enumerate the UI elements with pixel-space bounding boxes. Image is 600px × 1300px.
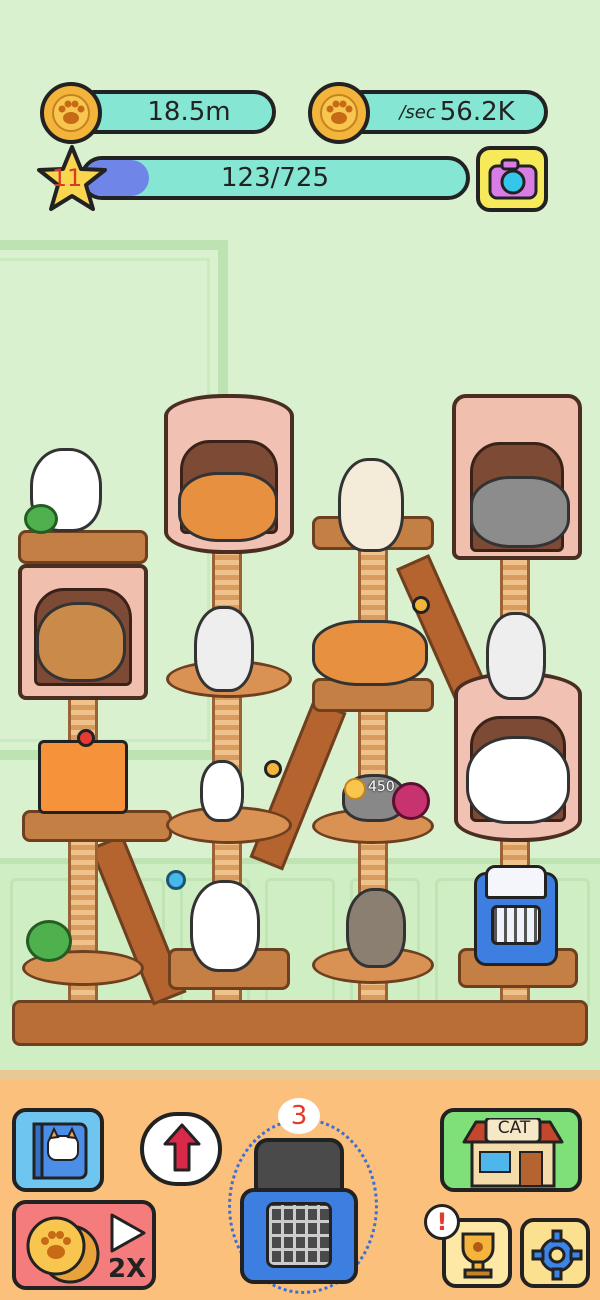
cat-book-icon <box>32 1122 88 1180</box>
floating-coin-icon[interactable] <box>344 778 366 800</box>
tree-base <box>12 1000 588 1046</box>
per-sec-label: /sec <box>399 101 436 123</box>
level-number: 11 <box>51 164 83 192</box>
bell-toy <box>264 760 282 778</box>
carrier-count-badge: 3 <box>278 1098 320 1134</box>
floating-coin-value: 450 <box>368 779 395 795</box>
income-value: 56.2K <box>439 97 515 127</box>
shelf <box>18 530 148 564</box>
paw-coin-icon <box>308 82 370 144</box>
cat-calico-brown[interactable] <box>36 602 126 682</box>
spawn-carrier-button[interactable] <box>240 1130 358 1290</box>
pom-toy <box>166 870 186 890</box>
catalog-button[interactable] <box>12 1108 104 1192</box>
cat-orange-tabby[interactable] <box>178 472 278 542</box>
yarn-ball <box>24 504 58 534</box>
trophy-icon <box>461 1232 495 1279</box>
shop-sign-text: CAT <box>497 1118 531 1138</box>
level-progress-bar: 123/725 <box>80 156 470 200</box>
camera-button[interactable] <box>476 146 548 212</box>
gear-icon <box>531 1229 583 1281</box>
coin-stack-icon <box>26 1216 100 1284</box>
coin-counter: 18.5m <box>72 90 276 134</box>
star-icon: 11 <box>36 144 108 214</box>
bell-toy <box>412 596 430 614</box>
up-arrow-icon <box>163 1123 201 1172</box>
alert-mark: ! <box>436 1208 448 1236</box>
cat-gray-fold[interactable] <box>486 612 546 700</box>
cat-tree: 450 <box>0 380 600 1080</box>
paw-coin-icon <box>40 82 102 144</box>
yarn-ball <box>392 782 430 820</box>
yarn-ball <box>26 920 72 962</box>
upgrade-bubble-button[interactable] <box>140 1112 222 1186</box>
cat-shop-button[interactable]: CAT <box>440 1108 582 1192</box>
settings-button[interactable] <box>520 1218 590 1288</box>
cat-gray-shorthair[interactable] <box>470 476 570 548</box>
gift-box[interactable] <box>38 729 128 814</box>
alert-badge: ! <box>424 1204 460 1240</box>
ad-multiplier: 2X <box>108 1254 147 1284</box>
cat-white-kitten[interactable] <box>200 760 244 822</box>
carrier-count: 3 <box>290 1101 308 1131</box>
camera-icon <box>488 158 538 200</box>
cat-ragdoll[interactable] <box>466 736 570 824</box>
play-icon <box>110 1213 146 1253</box>
progress-text: 123/725 <box>220 163 329 193</box>
coin-total: 18.5m <box>147 97 231 127</box>
shelf <box>22 810 172 842</box>
cat-orange-white[interactable] <box>312 620 428 686</box>
cat-calico[interactable] <box>190 880 260 972</box>
cat-carrier[interactable] <box>474 865 558 966</box>
cat-gray-fold[interactable] <box>194 606 254 692</box>
cat-siamese[interactable] <box>338 458 404 552</box>
cat-gray-tabby[interactable] <box>346 888 406 968</box>
income-counter: /sec 56.2K <box>340 90 548 134</box>
double-coins-ad-button[interactable]: 2X <box>12 1200 156 1290</box>
ramp <box>249 699 347 871</box>
